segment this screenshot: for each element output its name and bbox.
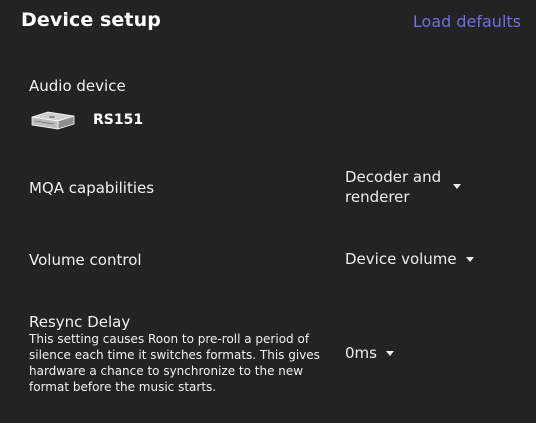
- mqa-value: Decoder and renderer: [345, 167, 441, 207]
- volume-control-label: Volume control: [29, 251, 142, 269]
- audio-device-name: RS151: [93, 112, 144, 128]
- audio-device-icon: [30, 108, 76, 132]
- caret-down-icon: [385, 351, 394, 356]
- mqa-value-line2: renderer: [345, 188, 410, 206]
- load-defaults-link[interactable]: Load defaults: [413, 12, 521, 31]
- device-setup-panel: Device setup Load defaults Audio device …: [0, 0, 536, 423]
- mqa-capabilities-dropdown[interactable]: Decoder and renderer: [345, 167, 462, 207]
- caret-down-icon: [453, 184, 462, 189]
- caret-down-icon: [465, 257, 474, 262]
- resync-delay-dropdown[interactable]: 0ms: [345, 343, 394, 363]
- audio-device-label: Audio device: [29, 77, 126, 95]
- volume-value: Device volume: [345, 250, 457, 268]
- mqa-value-line1: Decoder and: [345, 168, 442, 186]
- resync-value: 0ms: [345, 344, 377, 362]
- resync-delay-help-text: This setting causes Roon to pre-roll a p…: [29, 332, 320, 394]
- page-title: Device setup: [21, 9, 161, 31]
- audio-device-row: RS151: [30, 106, 143, 134]
- resync-delay-label: Resync Delay: [29, 313, 131, 331]
- volume-control-dropdown[interactable]: Device volume: [345, 249, 474, 269]
- mqa-capabilities-label: MQA capabilities: [29, 179, 155, 197]
